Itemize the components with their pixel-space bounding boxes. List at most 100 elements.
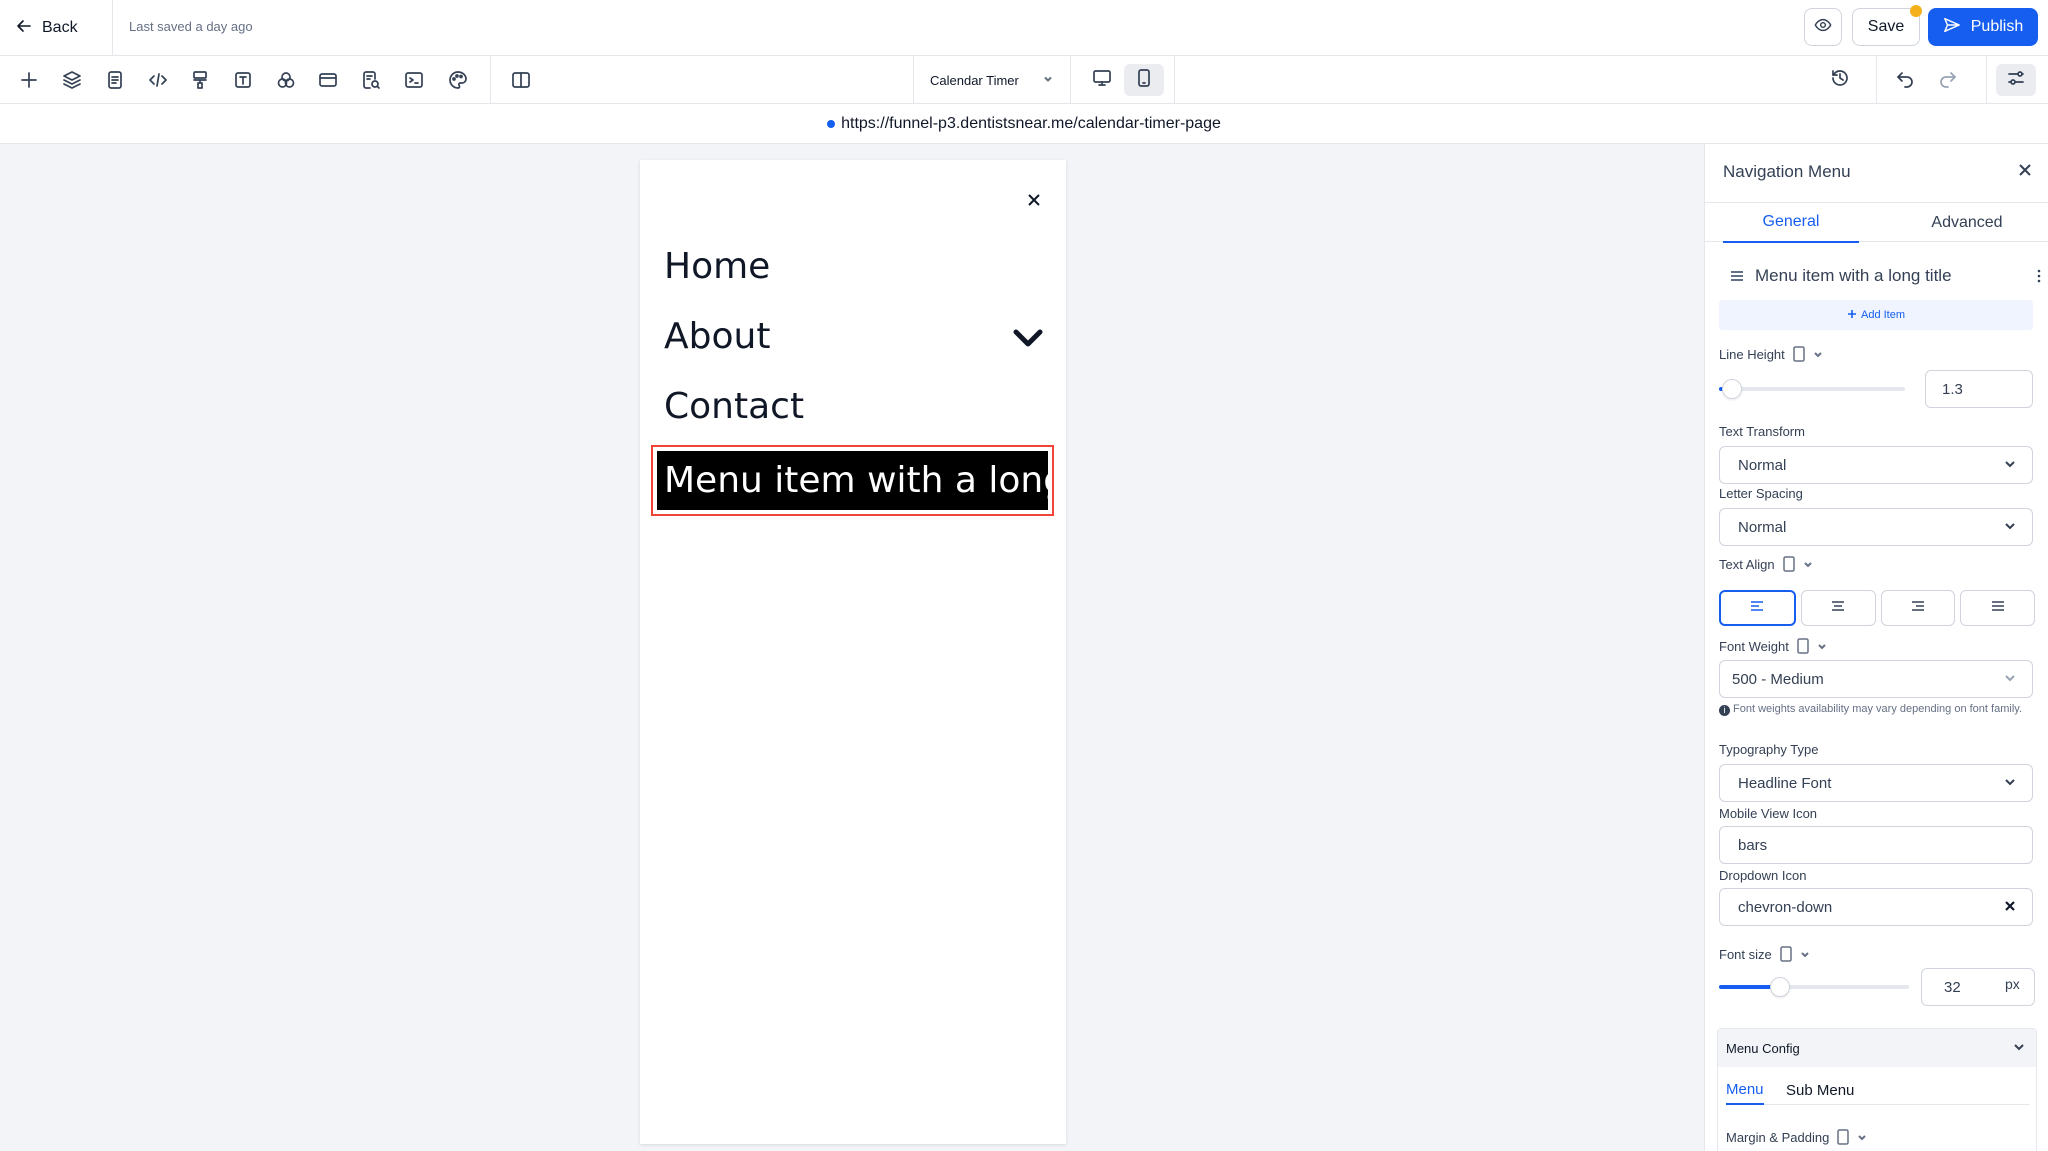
font-size-label-text: Font size — [1719, 946, 1772, 962]
redo-button[interactable] — [1928, 64, 1968, 96]
smartphone-icon[interactable] — [1780, 946, 1792, 962]
tab-sub-menu[interactable]: Sub Menu — [1786, 1075, 1854, 1105]
chevron-down-icon[interactable] — [1817, 639, 1827, 654]
font-weight-select[interactable]: 500 - Medium — [1719, 660, 2033, 698]
send-icon — [1943, 16, 1961, 39]
align-left-icon — [1749, 599, 1765, 618]
shapes-icon[interactable] — [274, 68, 298, 92]
font-weight-label: Font Weight — [1719, 638, 1827, 654]
code-icon[interactable] — [146, 68, 170, 92]
tab-menu[interactable]: Menu — [1726, 1075, 1764, 1105]
nav-menu-item-home[interactable]: Home — [664, 246, 770, 287]
font-size-unit: px — [2005, 976, 2020, 992]
tab-advanced[interactable]: Advanced — [1899, 203, 2035, 243]
chevron-down-icon[interactable] — [1012, 326, 1044, 350]
align-right-button[interactable] — [1880, 590, 1956, 626]
arrow-left-icon — [16, 18, 32, 39]
smartphone-icon[interactable] — [1797, 638, 1809, 654]
editor-toolbar: Calendar Timer — [0, 56, 2048, 104]
properties-panel: Navigation Menu General Advanced Menu it… — [1704, 144, 2048, 1151]
chevron-down-icon — [2004, 775, 2016, 792]
tab-general[interactable]: General — [1723, 203, 1859, 243]
browser-icon[interactable] — [316, 68, 340, 92]
sliders-icon — [2006, 68, 2026, 93]
nav-menu-item-about[interactable]: About — [664, 316, 770, 357]
text-box-icon[interactable] — [231, 68, 255, 92]
mobile-view-icon-label: Mobile View Icon — [1719, 806, 1818, 821]
toolbar-divider — [490, 56, 491, 104]
chevron-down-icon[interactable] — [1803, 557, 1813, 572]
info-icon: i — [1719, 705, 1730, 716]
mobile-preview-canvas — [640, 160, 1066, 1144]
font-weight-note: i Font weights availability may vary depe… — [1719, 698, 2035, 720]
slider-handle[interactable] — [1722, 379, 1743, 399]
letter-spacing-label: Letter Spacing — [1719, 486, 1803, 501]
page-selector[interactable]: Calendar Timer — [914, 56, 1070, 104]
page-search-icon[interactable] — [359, 68, 383, 92]
terminal-icon[interactable] — [402, 68, 426, 92]
smartphone-icon[interactable] — [1782, 556, 1795, 572]
clear-icon[interactable] — [2004, 899, 2016, 916]
close-icon[interactable] — [1022, 188, 1046, 212]
chevron-down-icon — [2004, 519, 2016, 536]
url-bar: https://funnel-p3.dentistsnear.me/calend… — [0, 104, 2048, 144]
typography-type-value: Headline Font — [1738, 774, 1832, 792]
panel-tabs: General Advanced — [1705, 202, 2048, 243]
font-size-slider[interactable] — [1719, 977, 1909, 997]
typography-type-select[interactable]: Headline Font — [1719, 764, 2033, 802]
add-item-label: Add Item — [1860, 309, 1906, 321]
mobile-view-button[interactable] — [1124, 64, 1164, 96]
align-justify-button[interactable] — [1960, 590, 2035, 626]
panel-title: Navigation Menu — [1723, 162, 1851, 181]
nav-menu-item-contact[interactable]: Contact — [664, 386, 804, 427]
url-status-dot — [827, 119, 836, 128]
align-center-icon — [1830, 599, 1846, 618]
close-icon[interactable] — [2017, 162, 2037, 182]
text-align-group — [1719, 590, 2035, 626]
paint-roller-icon[interactable] — [188, 68, 212, 92]
layers-icon[interactable] — [60, 68, 84, 92]
plus-icon[interactable] — [17, 68, 41, 92]
preview-button[interactable] — [1804, 8, 1842, 46]
chevron-down-icon — [1042, 73, 1054, 88]
line-height-slider[interactable] — [1719, 379, 1905, 399]
publish-button[interactable]: Publish — [1928, 8, 2038, 46]
text-transform-select[interactable]: Normal — [1719, 446, 2033, 484]
menu-item-row[interactable]: Menu item with a long title — [1729, 260, 2041, 292]
line-height-input[interactable]: 1.3 — [1925, 370, 2033, 408]
top-divider — [112, 0, 113, 56]
letter-spacing-select[interactable]: Normal — [1719, 508, 2033, 546]
undo-button[interactable] — [1885, 64, 1925, 96]
mobile-view-icon-input[interactable]: bars — [1719, 826, 2033, 864]
font-size-value: 32 — [1944, 978, 1961, 996]
slider-handle[interactable] — [1770, 977, 1790, 997]
desktop-view-button[interactable] — [1082, 64, 1122, 96]
nav-menu-item-selected[interactable]: Menu item with a long title — [657, 451, 1048, 510]
smartphone-icon — [1134, 68, 1154, 93]
smartphone-icon[interactable] — [1793, 346, 1805, 362]
menu-config-header[interactable]: Menu Config — [1718, 1029, 2036, 1067]
chevron-down-icon[interactable] — [1813, 347, 1823, 362]
page-icon[interactable] — [103, 68, 127, 92]
align-center-button[interactable] — [1800, 590, 1876, 626]
dropdown-icon-input[interactable]: chevron-down — [1719, 888, 2033, 926]
align-left-button[interactable] — [1719, 590, 1796, 626]
palette-icon[interactable] — [446, 68, 470, 92]
smartphone-icon[interactable] — [1837, 1129, 1850, 1145]
page-url[interactable]: https://funnel-p3.dentistsnear.me/calend… — [841, 115, 1221, 133]
back-button[interactable]: Back — [16, 16, 78, 40]
settings-panel-button[interactable] — [1996, 64, 2036, 96]
slider-fill — [1719, 985, 1776, 989]
add-item-button[interactable]: Add Item — [1719, 300, 2033, 330]
chevron-down-icon[interactable] — [1800, 947, 1810, 962]
menu-config-title: Menu Config — [1726, 1040, 1800, 1056]
more-vertical-icon[interactable] — [2029, 266, 2048, 286]
top-bar: Back Last saved a day ago Save Publish — [0, 0, 2048, 56]
typography-type-label: Typography Type — [1719, 742, 1819, 757]
chevron-down-icon — [2012, 1040, 2026, 1057]
chevron-down-icon[interactable] — [1857, 1130, 1867, 1145]
columns-icon[interactable] — [509, 68, 533, 92]
align-right-icon — [1910, 599, 1926, 618]
drag-handle-icon[interactable] — [1729, 268, 1745, 284]
history-button[interactable] — [1820, 64, 1860, 96]
